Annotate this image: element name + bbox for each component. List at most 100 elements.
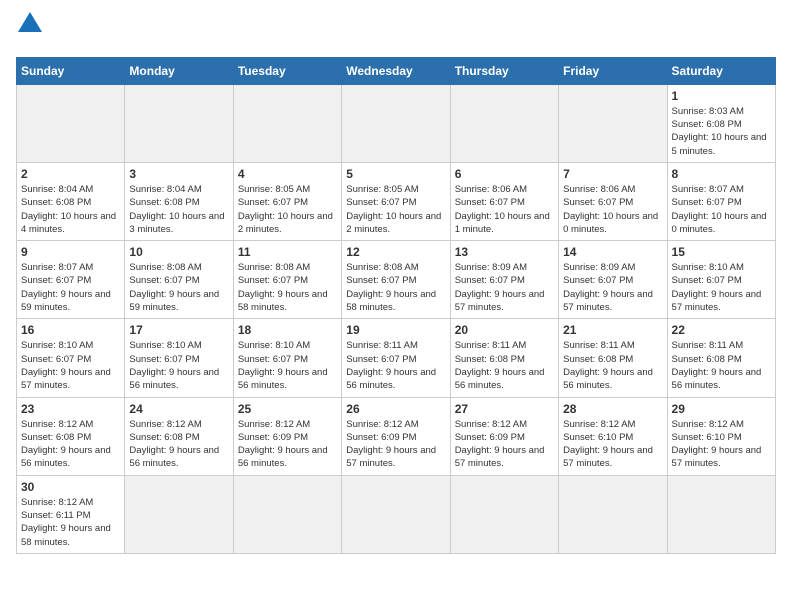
day-info: Sunrise: 8:07 AM Sunset: 6:07 PM Dayligh… — [21, 261, 120, 314]
day-number: 29 — [672, 402, 771, 416]
day-info: Sunrise: 8:09 AM Sunset: 6:07 PM Dayligh… — [563, 261, 662, 314]
calendar-cell: 6 Sunrise: 8:06 AM Sunset: 6:07 PM Daylig… — [450, 162, 558, 240]
day-info: Sunrise: 8:04 AM Sunset: 6:08 PM Dayligh… — [21, 183, 120, 236]
calendar-row: 16 Sunrise: 8:10 AM Sunset: 6:07 PM Dayli… — [17, 319, 776, 397]
calendar-cell: 27Sunrise: 8:12 AM Sunset: 6:09 PM Dayli… — [450, 397, 558, 475]
day-number: 5 — [346, 167, 445, 181]
calendar-cell: 22Sunrise: 8:11 AM Sunset: 6:08 PM Dayli… — [667, 319, 775, 397]
day-number: 25 — [238, 402, 337, 416]
day-number: 26 — [346, 402, 445, 416]
weekday-header: Monday — [125, 57, 233, 84]
calendar-row: 2 Sunrise: 8:04 AM Sunset: 6:08 PM Daylig… — [17, 162, 776, 240]
calendar-cell — [559, 84, 667, 162]
day-info: Sunrise: 8:12 AM Sunset: 6:09 PM Dayligh… — [238, 418, 337, 471]
calendar-cell: 18Sunrise: 8:10 AM Sunset: 6:07 PM Dayli… — [233, 319, 341, 397]
day-info: Sunrise: 8:05 AM Sunset: 6:07 PM Dayligh… — [238, 183, 337, 236]
calendar-cell — [125, 84, 233, 162]
calendar-row: 23Sunrise: 8:12 AM Sunset: 6:08 PM Dayli… — [17, 397, 776, 475]
day-info: Sunrise: 8:06 AM Sunset: 6:07 PM Dayligh… — [455, 183, 554, 236]
calendar-cell — [667, 475, 775, 553]
logo-mark — [16, 16, 42, 49]
day-number: 13 — [455, 245, 554, 259]
day-info: Sunrise: 8:12 AM Sunset: 6:09 PM Dayligh… — [455, 418, 554, 471]
calendar-cell — [17, 84, 125, 162]
calendar-cell — [233, 475, 341, 553]
calendar-cell: 4 Sunrise: 8:05 AM Sunset: 6:07 PM Daylig… — [233, 162, 341, 240]
day-number: 10 — [129, 245, 228, 259]
calendar-cell: 19 Sunrise: 8:11 AM Sunset: 6:07 PM Dayli… — [342, 319, 450, 397]
calendar-cell: 1 Sunrise: 8:03 AM Sunset: 6:08 PM Daylig… — [667, 84, 775, 162]
calendar-cell — [450, 84, 558, 162]
day-number: 4 — [238, 167, 337, 181]
day-info: Sunrise: 8:08 AM Sunset: 6:07 PM Dayligh… — [238, 261, 337, 314]
day-number: 14 — [563, 245, 662, 259]
weekday-header: Sunday — [17, 57, 125, 84]
weekday-header-row: SundayMondayTuesdayWednesdayThursdayFrid… — [17, 57, 776, 84]
calendar-cell: 14 Sunrise: 8:09 AM Sunset: 6:07 PM Dayli… — [559, 241, 667, 319]
calendar-cell — [233, 84, 341, 162]
logo-triangle-icon — [18, 12, 42, 32]
calendar-row: 9 Sunrise: 8:07 AM Sunset: 6:07 PM Daylig… — [17, 241, 776, 319]
calendar-cell: 25 Sunrise: 8:12 AM Sunset: 6:09 PM Dayli… — [233, 397, 341, 475]
calendar-cell: 26 Sunrise: 8:12 AM Sunset: 6:09 PM Dayli… — [342, 397, 450, 475]
day-info: Sunrise: 8:11 AM Sunset: 6:08 PM Dayligh… — [455, 339, 554, 392]
calendar-cell: 11Sunrise: 8:08 AM Sunset: 6:07 PM Dayli… — [233, 241, 341, 319]
day-info: Sunrise: 8:11 AM Sunset: 6:08 PM Dayligh… — [563, 339, 662, 392]
day-number: 15 — [672, 245, 771, 259]
calendar-cell: 15 Sunrise: 8:10 AM Sunset: 6:07 PM Dayli… — [667, 241, 775, 319]
day-info: Sunrise: 8:08 AM Sunset: 6:07 PM Dayligh… — [129, 261, 228, 314]
day-number: 8 — [672, 167, 771, 181]
day-info: Sunrise: 8:12 AM Sunset: 6:08 PM Dayligh… — [129, 418, 228, 471]
day-info: Sunrise: 8:11 AM Sunset: 6:08 PM Dayligh… — [672, 339, 771, 392]
day-info: Sunrise: 8:11 AM Sunset: 6:07 PM Dayligh… — [346, 339, 445, 392]
day-number: 1 — [672, 89, 771, 103]
calendar-cell: 9 Sunrise: 8:07 AM Sunset: 6:07 PM Daylig… — [17, 241, 125, 319]
calendar-cell: 8 Sunrise: 8:07 AM Sunset: 6:07 PM Daylig… — [667, 162, 775, 240]
calendar-cell: 23Sunrise: 8:12 AM Sunset: 6:08 PM Dayli… — [17, 397, 125, 475]
day-info: Sunrise: 8:12 AM Sunset: 6:11 PM Dayligh… — [21, 496, 120, 549]
day-number: 30 — [21, 480, 120, 494]
weekday-header: Friday — [559, 57, 667, 84]
weekday-header: Saturday — [667, 57, 775, 84]
day-info: Sunrise: 8:10 AM Sunset: 6:07 PM Dayligh… — [672, 261, 771, 314]
day-number: 9 — [21, 245, 120, 259]
day-info: Sunrise: 8:12 AM Sunset: 6:09 PM Dayligh… — [346, 418, 445, 471]
calendar-cell — [342, 84, 450, 162]
calendar-cell: 29Sunrise: 8:12 AM Sunset: 6:10 PM Dayli… — [667, 397, 775, 475]
weekday-header: Wednesday — [342, 57, 450, 84]
day-number: 20 — [455, 323, 554, 337]
calendar-cell: 7Sunrise: 8:06 AM Sunset: 6:07 PM Daylig… — [559, 162, 667, 240]
calendar-row: 1 Sunrise: 8:03 AM Sunset: 6:08 PM Daylig… — [17, 84, 776, 162]
day-number: 16 — [21, 323, 120, 337]
day-number: 2 — [21, 167, 120, 181]
day-number: 28 — [563, 402, 662, 416]
weekday-header: Thursday — [450, 57, 558, 84]
calendar-cell: 16Sunrise: 8:10 AM Sunset: 6:07 PM Dayli… — [17, 319, 125, 397]
calendar-cell: 3 Sunrise: 8:04 AM Sunset: 6:08 PM Daylig… — [125, 162, 233, 240]
day-info: Sunrise: 8:08 AM Sunset: 6:07 PM Dayligh… — [346, 261, 445, 314]
day-info: Sunrise: 8:04 AM Sunset: 6:08 PM Dayligh… — [129, 183, 228, 236]
calendar-cell: 20 Sunrise: 8:11 AM Sunset: 6:08 PM Dayli… — [450, 319, 558, 397]
day-info: Sunrise: 8:10 AM Sunset: 6:07 PM Dayligh… — [129, 339, 228, 392]
calendar-row: 30 Sunrise: 8:12 AM Sunset: 6:11 PM Dayli… — [17, 475, 776, 553]
day-number: 3 — [129, 167, 228, 181]
day-info: Sunrise: 8:12 AM Sunset: 6:08 PM Dayligh… — [21, 418, 120, 471]
day-info: Sunrise: 8:12 AM Sunset: 6:10 PM Dayligh… — [563, 418, 662, 471]
page-header — [16, 16, 776, 49]
day-number: 19 — [346, 323, 445, 337]
calendar-cell: 17 Sunrise: 8:10 AM Sunset: 6:07 PM Dayli… — [125, 319, 233, 397]
day-info: Sunrise: 8:03 AM Sunset: 6:08 PM Dayligh… — [672, 105, 771, 158]
calendar-cell: 12Sunrise: 8:08 AM Sunset: 6:07 PM Dayli… — [342, 241, 450, 319]
day-info: Sunrise: 8:10 AM Sunset: 6:07 PM Dayligh… — [238, 339, 337, 392]
day-info: Sunrise: 8:07 AM Sunset: 6:07 PM Dayligh… — [672, 183, 771, 236]
day-number: 21 — [563, 323, 662, 337]
calendar-cell: 24Sunrise: 8:12 AM Sunset: 6:08 PM Dayli… — [125, 397, 233, 475]
day-info: Sunrise: 8:09 AM Sunset: 6:07 PM Dayligh… — [455, 261, 554, 314]
calendar-cell: 28 Sunrise: 8:12 AM Sunset: 6:10 PM Dayli… — [559, 397, 667, 475]
calendar-cell: 30 Sunrise: 8:12 AM Sunset: 6:11 PM Dayli… — [17, 475, 125, 553]
day-number: 17 — [129, 323, 228, 337]
day-number: 6 — [455, 167, 554, 181]
calendar-cell — [559, 475, 667, 553]
calendar-cell: 13 Sunrise: 8:09 AM Sunset: 6:07 PM Dayli… — [450, 241, 558, 319]
calendar-cell — [125, 475, 233, 553]
